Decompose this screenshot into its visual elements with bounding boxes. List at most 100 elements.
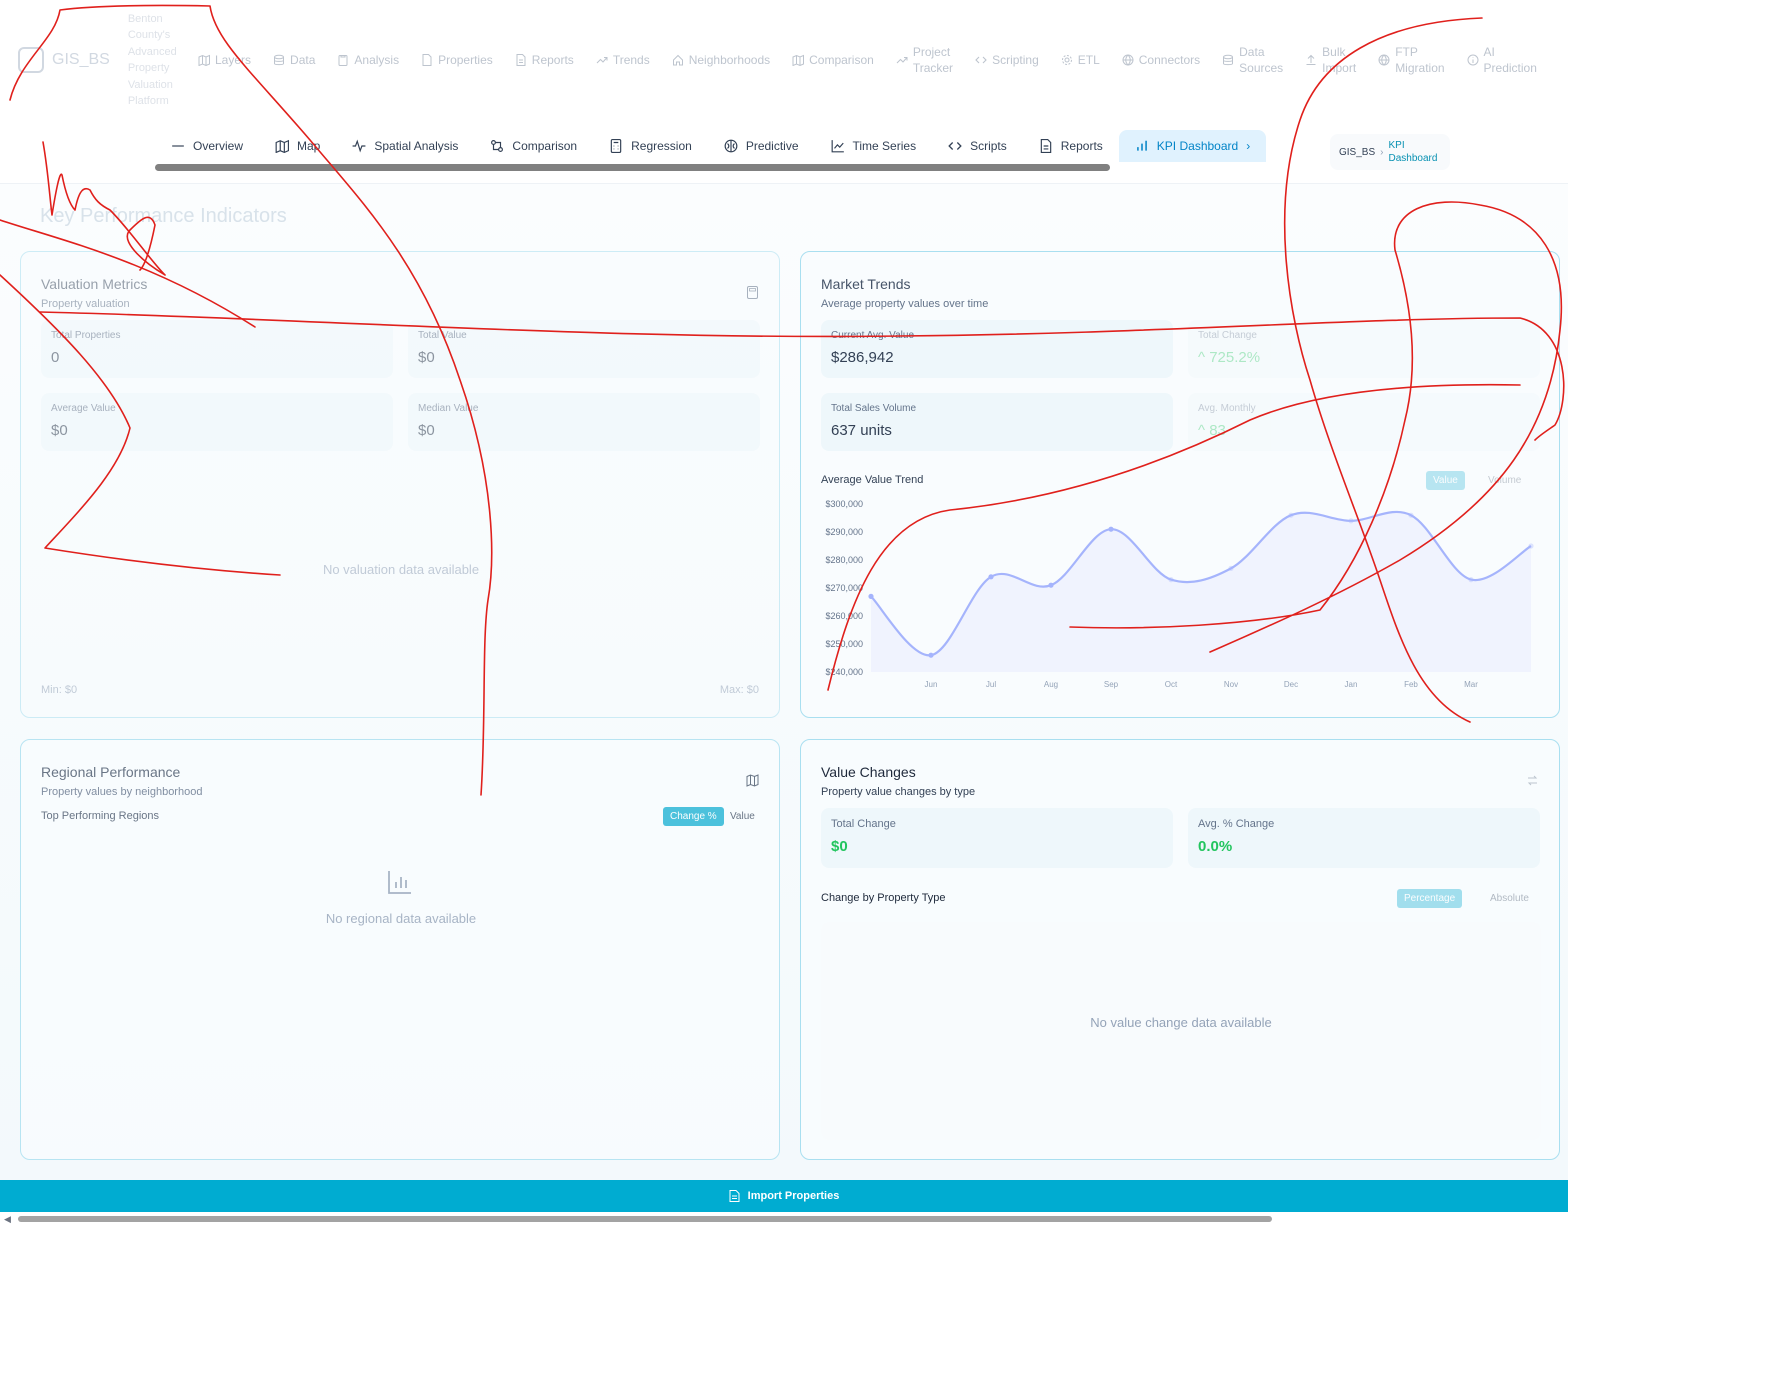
tab-label: Reports bbox=[1060, 139, 1103, 153]
toggle-value[interactable]: Value bbox=[1426, 471, 1465, 490]
chart-data-point bbox=[988, 574, 994, 580]
tab-label: Predictive bbox=[745, 139, 799, 153]
nav-item-properties[interactable]: Properties bbox=[421, 52, 493, 68]
breadcrumb-root[interactable]: GIS_BS bbox=[1339, 147, 1375, 158]
nav-item-data[interactable]: Data bbox=[273, 52, 315, 68]
nav-item-etl[interactable]: ETL bbox=[1061, 52, 1100, 68]
chart-title: Average Value Trend bbox=[821, 474, 924, 486]
toggle-percentage[interactable]: Percentage bbox=[1397, 889, 1463, 908]
home-icon bbox=[672, 54, 684, 66]
nav-item-bulk-import[interactable]: Bulk Import bbox=[1305, 44, 1356, 76]
nav-item-neighborhoods[interactable]: Neighborhoods bbox=[672, 52, 770, 68]
bar-chart-icon bbox=[1135, 139, 1149, 153]
map-icon bbox=[275, 139, 290, 153]
toggle-value[interactable]: Value bbox=[723, 807, 762, 826]
nav-item-label: Properties bbox=[438, 53, 493, 67]
brand-name: GIS_BS bbox=[52, 51, 110, 68]
tab-predictive[interactable]: Predictive bbox=[708, 130, 815, 162]
tab-regression[interactable]: Regression bbox=[593, 130, 708, 162]
import-properties-button[interactable]: Import Properties bbox=[0, 1180, 1568, 1212]
line-chart-icon bbox=[831, 139, 845, 153]
toggle-absolute[interactable]: Absolute bbox=[1483, 889, 1536, 908]
chart-data-point bbox=[1168, 577, 1174, 583]
valuation-min: Min: $0 bbox=[41, 684, 78, 696]
chart-data-point bbox=[1408, 512, 1414, 518]
horizontal-scrollbar[interactable] bbox=[18, 1216, 1272, 1222]
regional-empty-message: No regional data available bbox=[325, 911, 477, 926]
file-icon bbox=[729, 1190, 740, 1202]
nav-item-layers[interactable]: Layers bbox=[198, 52, 251, 68]
tab-overview[interactable]: Overview bbox=[155, 130, 259, 162]
x-tick-label: Nov bbox=[1224, 680, 1238, 689]
metric-total-change: Total Change $0 bbox=[821, 808, 1173, 868]
nav-item-data-sources[interactable]: Data Sources bbox=[1222, 44, 1283, 76]
card-title: Market Trends bbox=[821, 276, 911, 292]
nav-item-label: Data bbox=[290, 53, 316, 67]
database-icon bbox=[273, 54, 285, 66]
tab-map[interactable]: Map bbox=[259, 130, 336, 162]
metric-average-value: Average Value $0 bbox=[41, 393, 393, 451]
breadcrumb-current: KPI Dashboard bbox=[1388, 140, 1438, 164]
chart-data-point bbox=[928, 652, 934, 658]
nav-item-label: Neighborhoods bbox=[688, 53, 771, 67]
brand[interactable]: GIS_BS Benton County's Advanced Property… bbox=[18, 11, 198, 110]
code-icon bbox=[975, 54, 987, 66]
toggle-volume[interactable]: Volume bbox=[1481, 471, 1528, 490]
database-icon bbox=[1222, 54, 1234, 66]
code-icon bbox=[948, 139, 962, 153]
nav-item-ai-prediction[interactable]: AI Prediction bbox=[1467, 44, 1537, 76]
nav-item-label: Bulk Import bbox=[1322, 45, 1357, 75]
nav-item-scripting[interactable]: Scripting bbox=[975, 52, 1039, 68]
nav-item-analysis[interactable]: Analysis bbox=[337, 52, 399, 68]
nav-item-trends[interactable]: Trends bbox=[596, 52, 650, 68]
upload-icon bbox=[1305, 54, 1317, 66]
metric-avg-monthly: Avg. Monthly ^ 83 bbox=[1188, 393, 1540, 451]
tab-scripts[interactable]: Scripts bbox=[932, 130, 1023, 162]
file-text-icon bbox=[1039, 139, 1053, 153]
gear-icon bbox=[1061, 54, 1073, 66]
card-subtitle: Property value changes by type bbox=[821, 786, 976, 798]
nav-item-ftp-migration[interactable]: FTP Migration bbox=[1378, 44, 1445, 76]
refresh-icon[interactable] bbox=[1526, 774, 1539, 787]
chevron-right-icon: › bbox=[1246, 139, 1251, 153]
nav-item-label: ETL bbox=[1077, 53, 1100, 67]
tab-spatial-analysis[interactable]: Spatial Analysis bbox=[336, 130, 474, 162]
tab-reports[interactable]: Reports bbox=[1023, 130, 1119, 162]
tab-comparison[interactable]: Comparison bbox=[474, 130, 593, 162]
chart-data-point bbox=[1468, 577, 1474, 583]
nav-item-project-tracker[interactable]: Project Tracker bbox=[896, 44, 953, 76]
nav-item-reports[interactable]: Reports bbox=[515, 52, 574, 68]
globe-icon bbox=[1122, 54, 1134, 66]
toggle-change-percent[interactable]: Change % bbox=[663, 807, 724, 826]
x-tick-label: Jan bbox=[1345, 680, 1358, 689]
nav-item-label: Comparison bbox=[809, 53, 874, 67]
clipboard-icon bbox=[337, 54, 349, 66]
nav-item-label: Connectors bbox=[1138, 53, 1201, 67]
chart-data-point bbox=[1528, 543, 1534, 549]
nav-item-label: FTP Migration bbox=[1395, 45, 1445, 75]
y-tick-label: $240,000 bbox=[825, 667, 863, 677]
metric-median-value: Median Value $0 bbox=[408, 393, 760, 451]
trending-up-icon bbox=[596, 54, 608, 66]
page-title: Key Performance Indicators bbox=[40, 205, 287, 227]
breadcrumb: GIS_BS › KPI Dashboard bbox=[1330, 134, 1450, 170]
chart-data-point bbox=[1288, 512, 1294, 518]
metric-current-avg-value: Current Avg. Value $286,942 bbox=[821, 320, 1173, 378]
nav-item-comparison[interactable]: Comparison bbox=[792, 52, 874, 68]
tab-kpi-dashboard[interactable]: KPI Dashboard › bbox=[1118, 130, 1267, 162]
nav-item-label: Reports bbox=[531, 53, 574, 67]
tab-time-series[interactable]: Time Series bbox=[815, 130, 933, 162]
chart-data-point bbox=[1048, 582, 1054, 588]
card-title: Valuation Metrics bbox=[41, 276, 148, 292]
nav-item-connectors[interactable]: Connectors bbox=[1122, 52, 1200, 68]
y-tick-label: $270,000 bbox=[825, 583, 863, 593]
scroll-left-icon[interactable]: ◀ bbox=[4, 1214, 11, 1225]
nav-item-label: Data Sources bbox=[1239, 45, 1284, 75]
x-tick-label: Oct bbox=[1165, 680, 1178, 689]
value-changes-chart-area bbox=[821, 922, 1541, 1140]
brand-subtitle: Benton County's Advanced Property Valuat… bbox=[127, 12, 177, 108]
tab-scrollbar[interactable] bbox=[155, 164, 1110, 171]
globe-icon bbox=[1378, 54, 1390, 66]
nav-item-label: AI Prediction bbox=[1483, 45, 1537, 75]
sub-tab-bar: Overview Map Spatial Analysis Comparison Reg… bbox=[155, 128, 1267, 164]
